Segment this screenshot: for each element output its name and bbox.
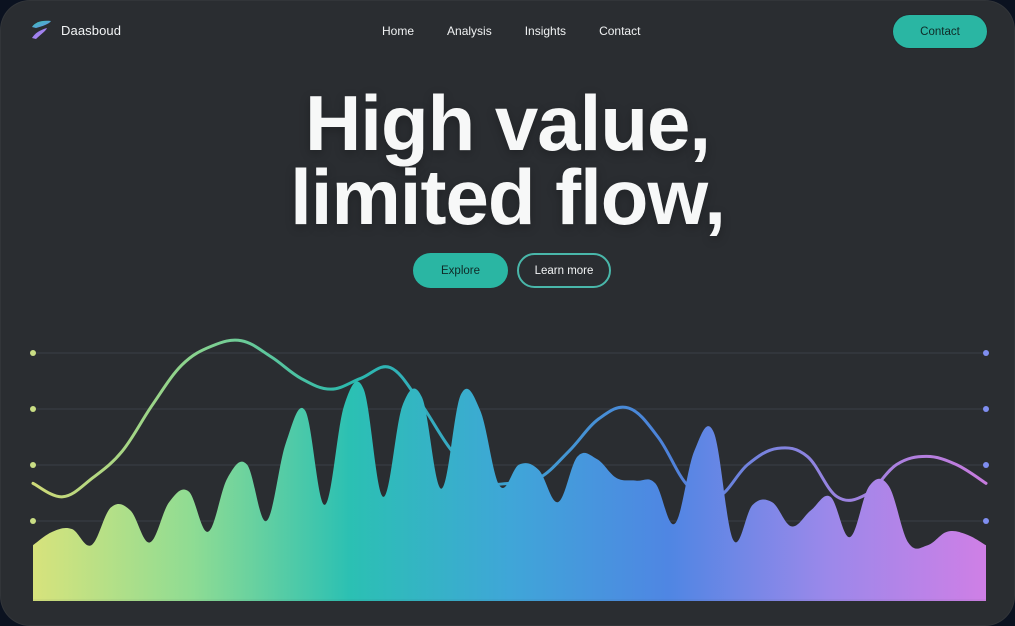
logo-icon xyxy=(32,20,51,39)
hero-chart xyxy=(30,338,989,601)
nav-contact[interactable]: Contact xyxy=(599,24,640,38)
main-nav: Home Analysis Insights Contact xyxy=(382,24,640,38)
hero-title-line-2: limited flow, xyxy=(290,153,726,241)
explore-button[interactable]: Explore xyxy=(413,253,508,288)
series-line xyxy=(31,338,988,502)
nav-analysis[interactable]: Analysis xyxy=(447,24,492,38)
brand[interactable]: Daasboud xyxy=(29,18,121,42)
learn-more-button[interactable]: Learn more xyxy=(517,253,611,288)
nav-home[interactable]: Home xyxy=(382,24,414,38)
grid-dot-left xyxy=(30,406,36,412)
grid-dot-right xyxy=(983,462,989,468)
grid-dot-right xyxy=(983,350,989,356)
hero-title: High value, limited flow, xyxy=(0,79,1015,241)
page-frame: Daasboud Home Analysis Insights Contact … xyxy=(0,0,1015,626)
contact-button[interactable]: Contact xyxy=(893,15,987,48)
grid-dot-left xyxy=(30,350,36,356)
brand-name: Daasboud xyxy=(61,22,122,38)
hero-cta-group: Explore Learn more xyxy=(413,253,611,288)
grid-dot-left xyxy=(30,462,36,468)
grid-dot-right xyxy=(983,406,989,412)
hero-title-line-1: High value, xyxy=(304,79,711,167)
grid-dot-right xyxy=(983,518,989,524)
grid-dot-left xyxy=(30,518,36,524)
series-area xyxy=(33,381,986,599)
nav-insights[interactable]: Insights xyxy=(525,24,566,38)
baseline-band xyxy=(33,597,986,601)
top-navigation: Daasboud Home Analysis Insights Contact … xyxy=(0,0,1015,64)
